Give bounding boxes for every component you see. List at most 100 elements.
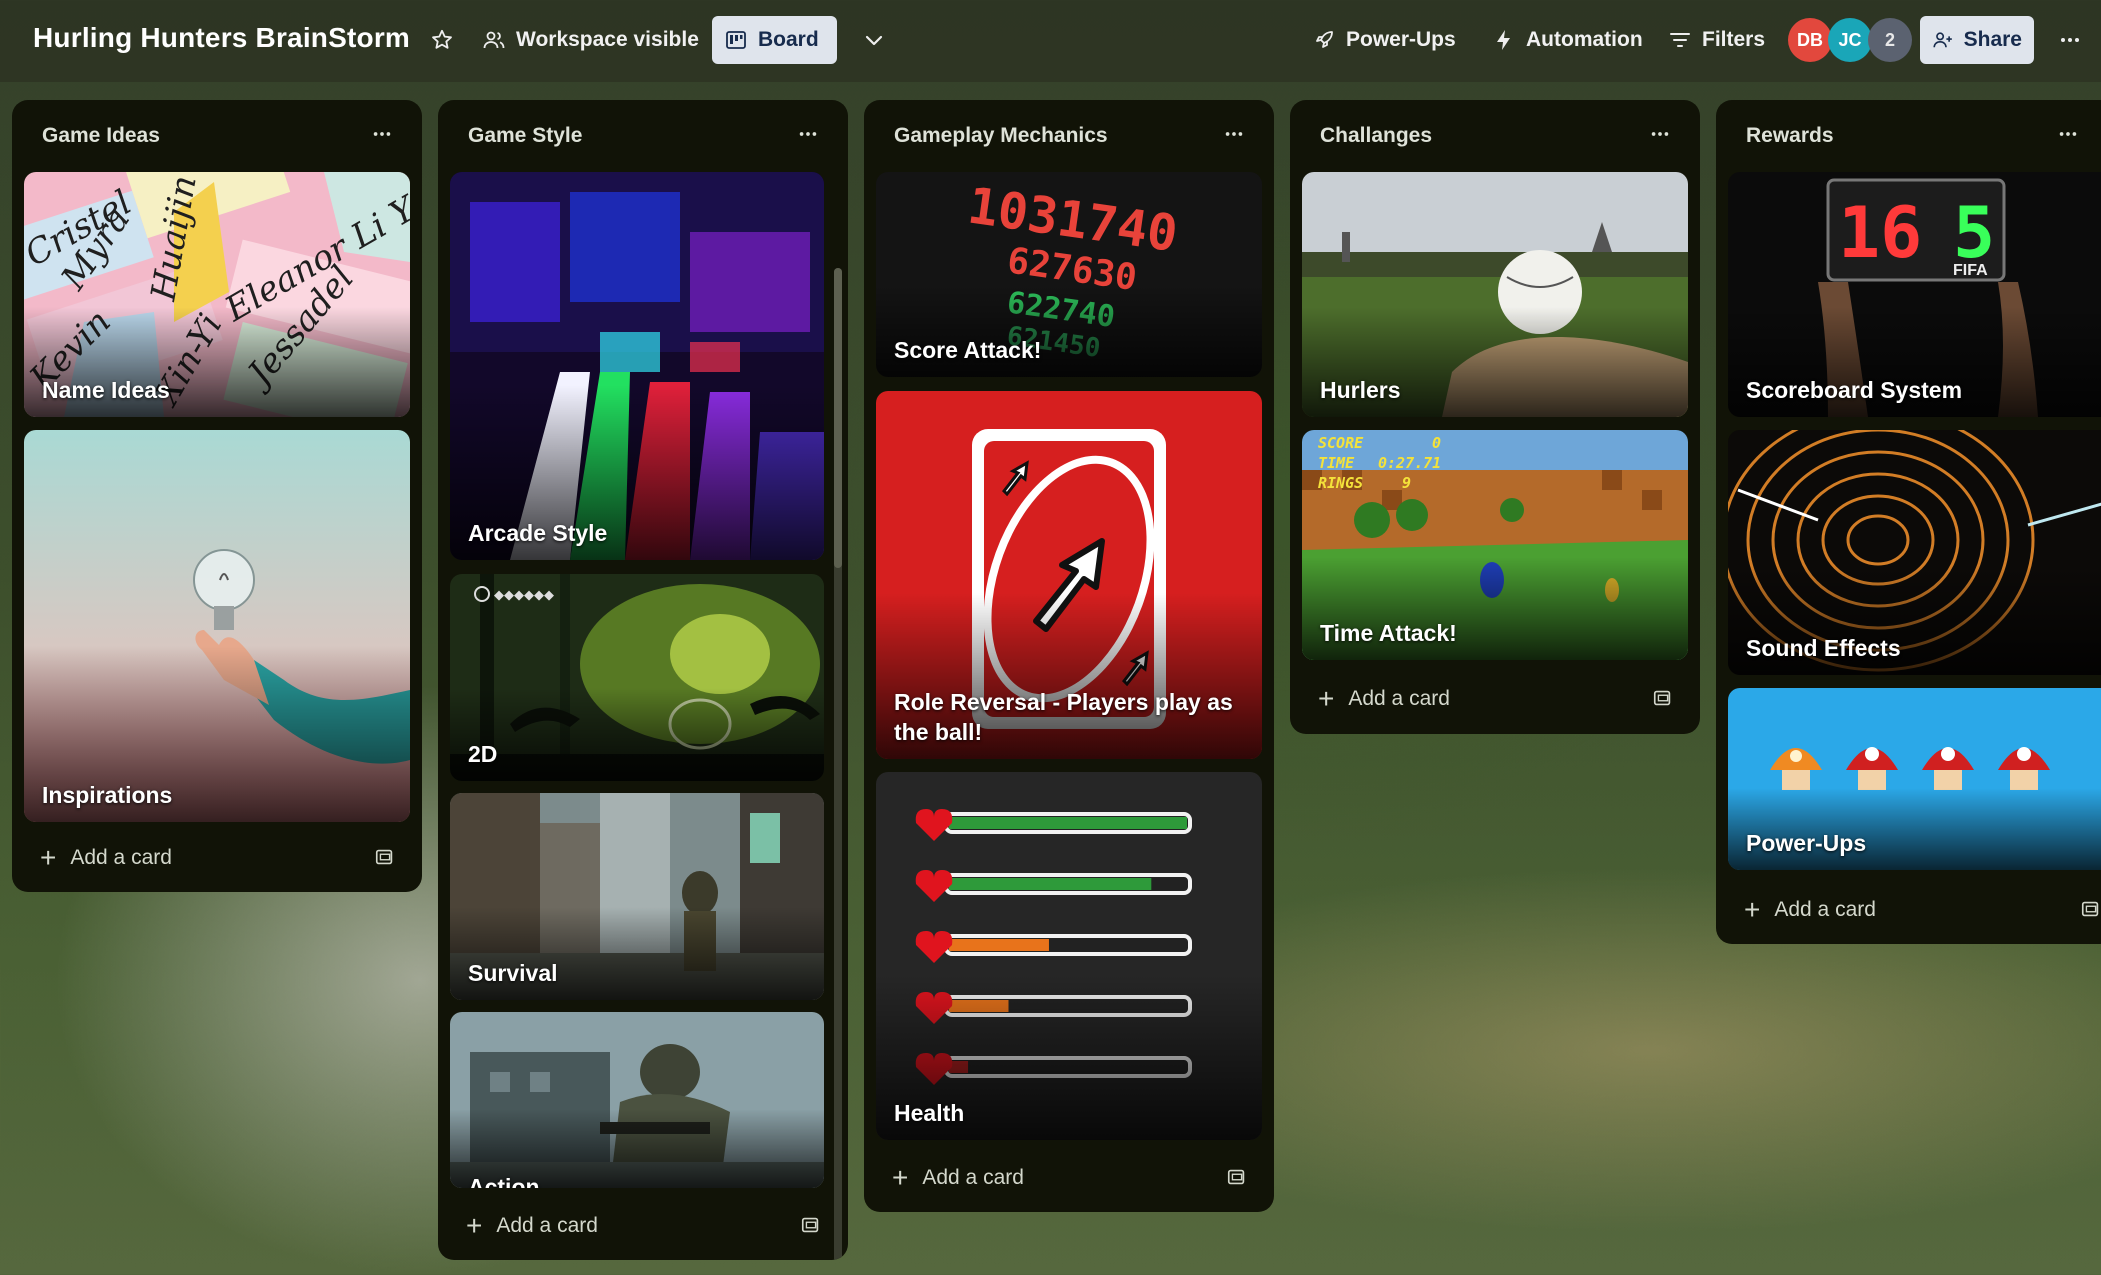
heart-icon — [915, 870, 953, 902]
automation-button[interactable]: Automation — [1480, 16, 1655, 64]
powerups-button[interactable]: Power-Ups — [1300, 16, 1468, 64]
card-title: Hurlers — [1320, 377, 1401, 403]
card-title: Score Attack! — [894, 337, 1042, 363]
member-avatar[interactable]: DB — [1788, 18, 1832, 62]
heart-icon — [915, 809, 953, 841]
add-person-icon — [1933, 32, 1952, 48]
card-time-attack[interactable]: SCORE 0 TIME 0:27.71 RINGS 9 Time Attack… — [1302, 430, 1688, 660]
more-icon — [1651, 132, 1669, 136]
card-name-ideas[interactable]: Cristel Myra Huaijin Eleanor Li Ying Kev… — [24, 172, 410, 417]
visibility-button[interactable]: Workspace visible — [470, 16, 711, 64]
avatar-initials: DB — [1797, 29, 1823, 50]
card-scoreboard-system[interactable]: 16 5 FIFA Scoreboard System — [1728, 172, 2101, 417]
health-bar — [915, 931, 1192, 963]
more-icon — [799, 132, 817, 136]
list-scrollbar[interactable] — [834, 268, 842, 1260]
add-card-button[interactable]: + Add a card — [1302, 675, 1688, 723]
hud-value: 0 — [1432, 434, 1441, 452]
card-title: Scoreboard System — [1746, 377, 1963, 403]
svg-text:◆◆◆◆◆◆: ◆◆◆◆◆◆ — [494, 588, 554, 603]
list-menu-button[interactable] — [790, 116, 826, 152]
list-header: Game Ideas — [12, 100, 422, 172]
card-arcade-style[interactable]: Arcade Style — [450, 172, 824, 560]
hud-value: 0:27.71 — [1378, 454, 1441, 472]
card-inspirations[interactable]: Inspirations — [24, 430, 410, 822]
board-icon — [726, 31, 746, 49]
board-view-button[interactable]: Board — [712, 16, 837, 64]
list-title[interactable]: Gameplay Mechanics — [894, 124, 1108, 148]
more-icon — [373, 132, 391, 136]
plus-icon: + — [1744, 894, 1761, 925]
list-title[interactable]: Challanges — [1320, 124, 1432, 148]
card-2d[interactable]: ◆◆◆◆◆◆ 2D — [450, 574, 824, 781]
more-icon — [2061, 38, 2079, 42]
card-power-ups[interactable]: Power-Ups — [1728, 688, 2101, 870]
filters-button[interactable]: Filters — [1656, 16, 1777, 64]
list-title[interactable]: Game Style — [468, 124, 582, 148]
card-score-attack[interactable]: 1031740 627630 622740 621450 Score Attac… — [876, 172, 1262, 377]
list-menu-button[interactable] — [1216, 116, 1252, 152]
list-header: Rewards — [1716, 100, 2101, 172]
card-title: Action — [468, 1174, 540, 1188]
more-icon — [1225, 132, 1243, 136]
share-button[interactable]: Share — [1920, 16, 2034, 64]
hud-value: 9 — [1402, 474, 1411, 492]
plus-icon: + — [1318, 683, 1335, 714]
card-title: Time Attack! — [1320, 620, 1457, 646]
card-title: Sound Effects — [1746, 635, 1901, 661]
heart-icon — [915, 931, 953, 963]
add-card-label: Add a card — [70, 846, 172, 869]
scrollbar-thumb[interactable] — [834, 268, 842, 568]
automation-label: Automation — [1526, 28, 1643, 51]
member-avatar[interactable]: JC — [1828, 18, 1872, 62]
more-members-avatar[interactable]: 2 — [1868, 18, 1912, 62]
star-button[interactable] — [418, 16, 466, 64]
card-title: Inspirations — [42, 782, 173, 808]
add-card-button[interactable]: + Add a card — [876, 1154, 1262, 1202]
card-title: Arcade Style — [468, 520, 608, 546]
card-title: Health — [894, 1100, 965, 1126]
list-game-ideas: Game Ideas Cristel Myra Huaijin Eleanor … — [12, 100, 422, 892]
board-title[interactable]: Hurling Hunters BrainStorm — [33, 22, 410, 54]
add-card-button[interactable]: + Add a card — [450, 1202, 836, 1250]
plus-icon: + — [892, 1162, 909, 1193]
health-bar — [915, 870, 1192, 902]
list-title[interactable]: Game Ideas — [42, 124, 160, 148]
card-template-icon[interactable] — [1652, 687, 1674, 709]
list-menu-button[interactable] — [1642, 116, 1678, 152]
list-header: Challanges — [1290, 100, 1700, 172]
board-header: Hurling Hunters BrainStorm Workspace vis… — [0, 0, 2101, 82]
scoreboard-digits-red: 16 — [1838, 192, 1922, 274]
share-label: Share — [1963, 28, 2022, 51]
plus-icon: + — [40, 842, 57, 873]
hud-label: TIME — [1318, 454, 1355, 472]
card-sound-effects[interactable]: Sound Effects — [1728, 430, 2101, 675]
card-hurlers[interactable]: Hurlers — [1302, 172, 1688, 417]
visibility-label: Workspace visible — [516, 28, 699, 51]
card-title: Survival — [468, 960, 558, 986]
card-title: Role Reversal - Players play as the ball… — [894, 689, 1233, 745]
card-template-icon[interactable] — [1226, 1166, 1248, 1188]
card-health[interactable]: Health — [876, 772, 1262, 1140]
list-menu-button[interactable] — [364, 116, 400, 152]
plus-icon: + — [466, 1210, 483, 1241]
views-dropdown-button[interactable] — [850, 16, 898, 64]
star-icon — [432, 29, 452, 49]
hud-label: RINGS — [1318, 474, 1363, 492]
scoreboard-brand: FIFA — [1953, 262, 1988, 279]
list-title[interactable]: Rewards — [1746, 124, 1834, 148]
more-icon — [2059, 132, 2077, 136]
add-card-button[interactable]: + Add a card — [24, 834, 410, 882]
list-gameplay-mechanics: Gameplay Mechanics 1031740 627630 622740… — [864, 100, 1274, 1212]
add-card-button[interactable]: + Add a card — [1728, 886, 2101, 934]
list-header: Gameplay Mechanics — [864, 100, 1274, 172]
card-template-icon[interactable] — [2080, 898, 2101, 920]
list-menu-button[interactable] — [2050, 116, 2086, 152]
card-template-icon[interactable] — [374, 846, 396, 868]
card-action[interactable]: Action — [450, 1012, 824, 1188]
board-menu-button[interactable] — [2046, 16, 2094, 64]
card-template-icon[interactable] — [800, 1214, 822, 1236]
card-survival[interactable]: Survival — [450, 793, 824, 1000]
card-role-reversal[interactable]: Role Reversal - Players play as the ball… — [876, 391, 1262, 759]
rocket-icon — [1316, 31, 1333, 48]
